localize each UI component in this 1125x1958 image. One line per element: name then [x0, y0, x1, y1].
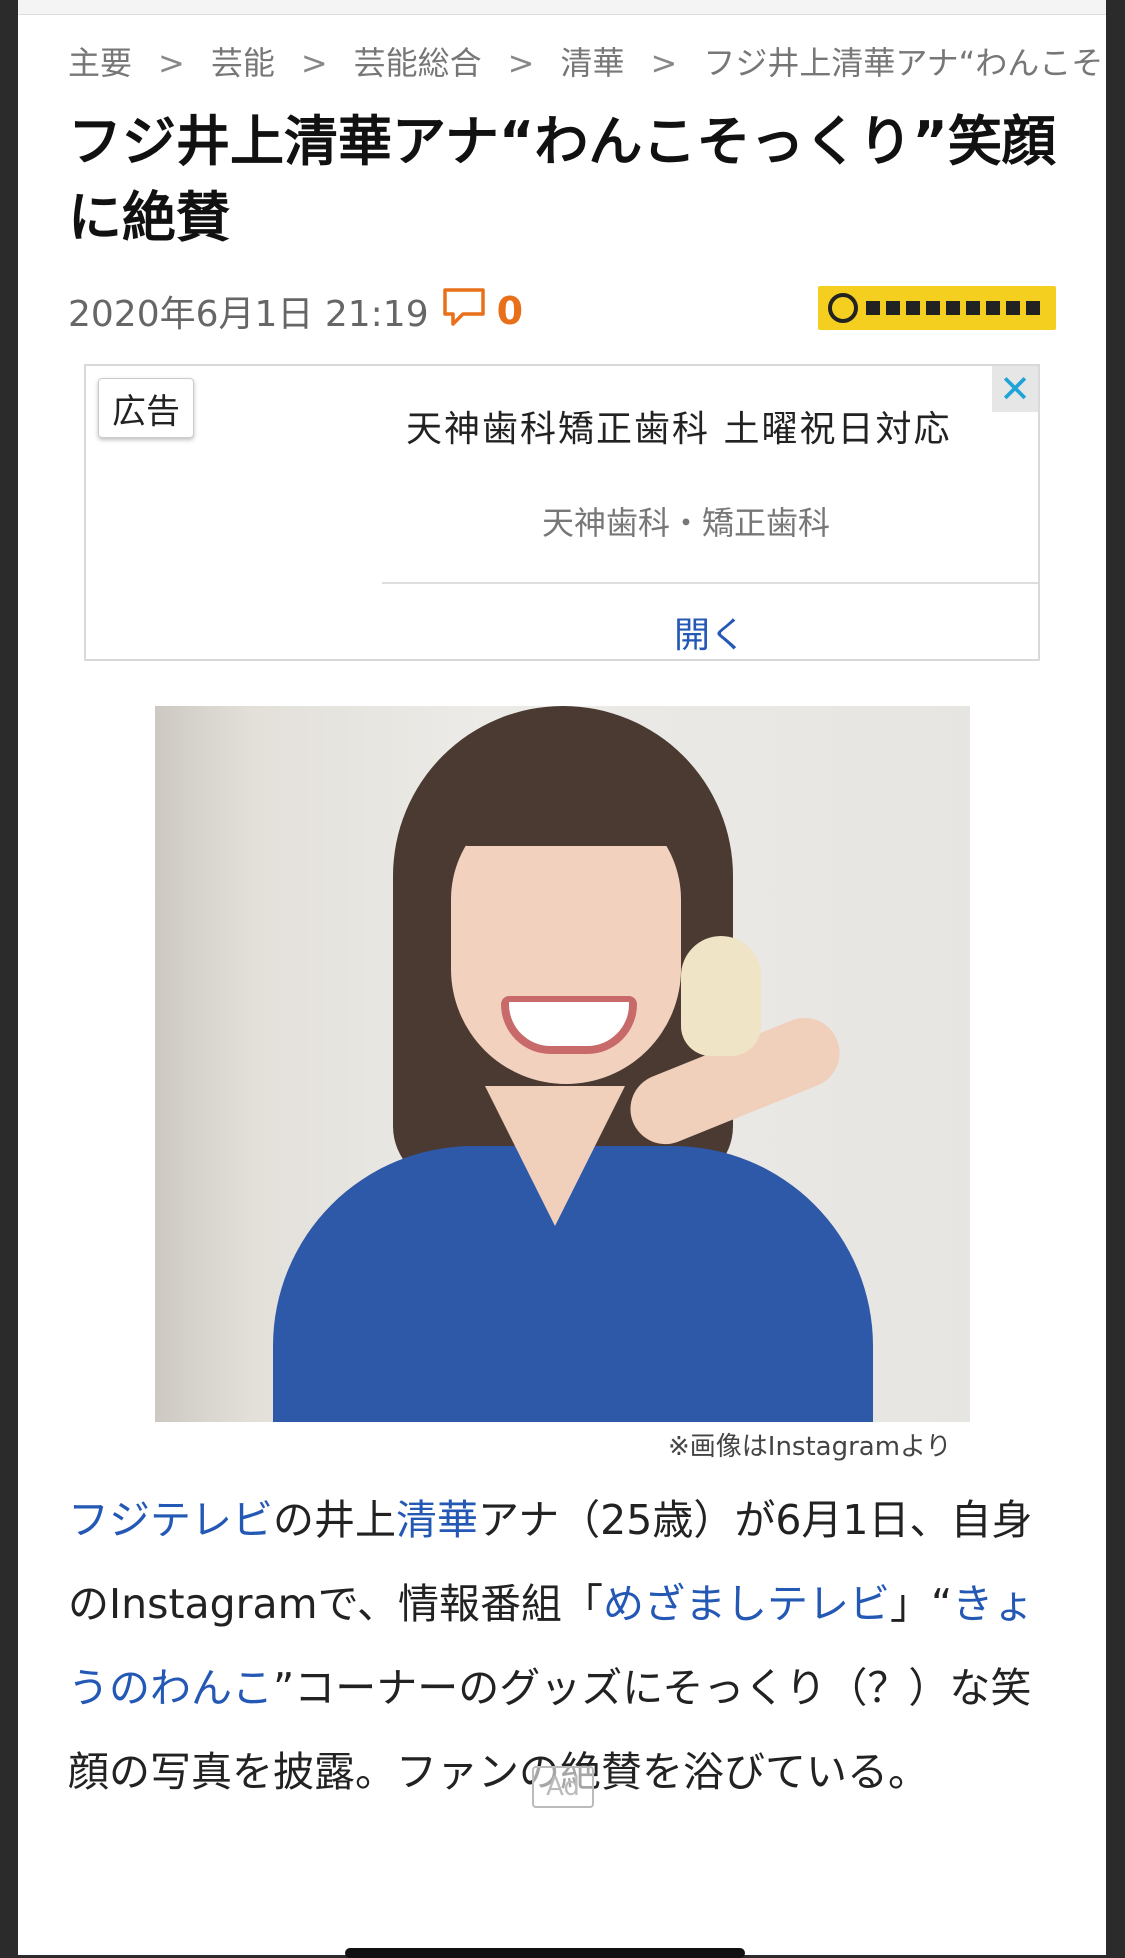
photo-dog-plush: [681, 936, 761, 1056]
comment-count: 0: [496, 289, 524, 333]
breadcrumb-item-entertainment[interactable]: 芸能: [211, 44, 275, 82]
article-photo[interactable]: [155, 706, 970, 1422]
ad-mark[interactable]: Ad: [532, 1766, 594, 1808]
article-body: フジテレビの井上清華アナ（25歳）が6月1日、自身のInstagramで、情報番…: [68, 1478, 1058, 1814]
link-fuji-tv[interactable]: フジテレビ: [68, 1496, 273, 1544]
source-logo-wordmark: [866, 301, 1046, 315]
comment-link[interactable]: 0: [441, 286, 523, 337]
breadcrumb-separator: >: [650, 44, 678, 82]
image-caption: ※画像はInstagramより: [668, 1432, 952, 1462]
link-seika[interactable]: 清華: [396, 1496, 478, 1544]
ad-divider: [382, 582, 1038, 584]
article-meta: 2020年6月1日 21:19 0: [68, 285, 523, 337]
ad-badge: 広告: [98, 378, 194, 438]
breadcrumb-separator: >: [158, 44, 185, 82]
body-text: の井上: [273, 1496, 396, 1544]
article-page: 主要 > 芸能 > 芸能総合 > 清華 > フジ井上清華アナ“わんこそ フジ井上清華アナ“わんこ…: [18, 0, 1106, 1955]
publish-datetime: 2020年6月1日 21:19: [68, 294, 429, 335]
photo-bangs: [431, 726, 701, 846]
ad-advertiser: 天神歯科・矯正歯科: [541, 504, 830, 542]
home-indicator[interactable]: [345, 1948, 745, 1958]
speech-bubble-icon: [441, 286, 487, 337]
breadcrumb: 主要 > 芸能 > 芸能総合 > 清華 > フジ井上清華アナ“わんこそ: [68, 38, 1103, 84]
ad-banner[interactable]: 広告 ✕ 天神歯科矯正歯科 土曜祝日対応 天神歯科・矯正歯科 開く: [84, 364, 1040, 661]
close-icon[interactable]: ✕: [992, 366, 1038, 412]
breadcrumb-item-main[interactable]: 主要: [68, 44, 132, 82]
breadcrumb-item-entertainment-general[interactable]: 芸能総合: [354, 44, 482, 82]
ad-headline[interactable]: 天神歯科矯正歯科 土曜祝日対応: [406, 400, 951, 452]
source-logo-mark-icon: [828, 293, 858, 323]
breadcrumb-item-seika[interactable]: 清華: [560, 44, 624, 82]
article-title: フジ井上清華アナ“わんこそっくり”笑顔に絶賛: [68, 110, 1056, 249]
breadcrumb-separator: >: [300, 44, 328, 82]
ad-open-button[interactable]: 開く: [382, 606, 1038, 658]
source-logo[interactable]: [818, 286, 1056, 330]
breadcrumb-separator: >: [507, 44, 535, 82]
top-bar: [18, 0, 1106, 15]
link-mezamashi-tv[interactable]: めざましテレビ: [603, 1580, 890, 1628]
breadcrumb-item-current: フジ井上清華アナ“わんこそ: [703, 44, 1104, 82]
body-text: 」“: [889, 1580, 953, 1628]
